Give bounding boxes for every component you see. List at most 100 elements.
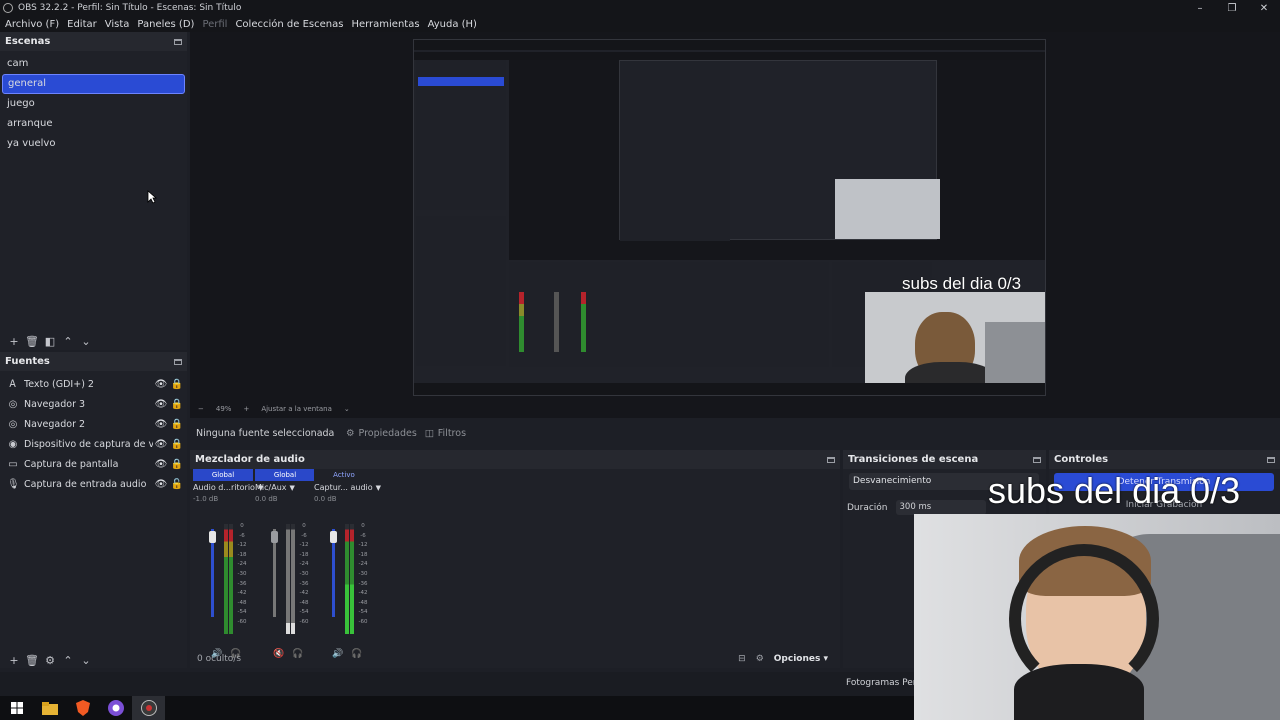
- brave-browser-icon[interactable]: [66, 696, 99, 720]
- scale-tick: -60: [358, 618, 368, 625]
- properties-button[interactable]: ⚙ Propiedades: [346, 428, 417, 439]
- menu-archivo[interactable]: Archivo (F): [5, 19, 59, 30]
- scene-item-arranque[interactable]: arranque: [2, 114, 185, 134]
- source-item[interactable]: Ꭺ Texto (GDI+) 2 👁 🔒: [2, 374, 185, 394]
- sources-list: Ꭺ Texto (GDI+) 2 👁 🔒 ◎ Navegador 3 👁 🔒 ◎…: [2, 374, 185, 494]
- minimize-button[interactable]: –: [1184, 3, 1216, 14]
- close-button[interactable]: ✕: [1248, 3, 1280, 14]
- source-item[interactable]: ◎ Navegador 2 👁 🔒: [2, 414, 185, 434]
- duration-row: Duración 300 ms: [847, 500, 986, 515]
- add-source-icon[interactable]: +: [5, 654, 23, 667]
- channel-name[interactable]: Captur... audio ▼: [314, 483, 381, 492]
- source-item[interactable]: ◎ Navegador 3 👁 🔒: [2, 394, 185, 414]
- file-explorer-icon[interactable]: [33, 696, 66, 720]
- scale-tick: -24: [299, 561, 309, 568]
- volume-slider-handle[interactable]: [271, 531, 278, 543]
- lock-icon[interactable]: 🔒: [169, 459, 185, 470]
- menu-coleccion-escenas[interactable]: Colección de Escenas: [235, 19, 343, 30]
- preview-canvas[interactable]: subs del dia 0/3: [413, 39, 1046, 396]
- scene-item-general[interactable]: general: [2, 74, 185, 94]
- channel-name[interactable]: Mic/Aux ▼: [255, 483, 315, 492]
- move-down-icon[interactable]: ⌄: [77, 335, 95, 348]
- scale-tick: -42: [299, 590, 309, 597]
- channel-mode: Global: [193, 469, 253, 481]
- chevron-down-icon[interactable]: ▼: [290, 484, 295, 492]
- menu-vista[interactable]: Vista: [105, 19, 130, 30]
- options-label: Opciones: [773, 654, 821, 664]
- monitor-icon: ▭: [8, 458, 18, 470]
- undock-icon[interactable]: [1267, 456, 1275, 463]
- mixer-channel: Global Mic/Aux ▼ 0.0 dB 0 -6 -12 -18 -24 -30 -3…: [255, 469, 315, 659]
- chevron-down-icon[interactable]: ▼: [376, 484, 381, 492]
- windows-start-icon[interactable]: [0, 696, 33, 720]
- scene-filters-icon[interactable]: ◧: [41, 335, 59, 348]
- gear-icon[interactable]: ⚙: [756, 654, 764, 664]
- gear-icon: ⚙: [346, 427, 355, 439]
- source-item[interactable]: 🎙 Captura de entrada audio 👁 🔓: [2, 474, 185, 494]
- duration-label: Duración: [847, 502, 888, 513]
- menu-bar: Archivo (F) Editar Vista Paneles (D) Per…: [0, 16, 1280, 32]
- scale-tick: -48: [358, 599, 368, 606]
- menu-perfil[interactable]: Perfil: [202, 19, 227, 30]
- source-item[interactable]: ◉ Dispositivo de captura de video 👁 🔒: [2, 434, 185, 454]
- nested-cam-image: [835, 179, 940, 239]
- mouse-cursor-icon: [147, 190, 157, 204]
- lock-icon[interactable]: 🔒: [169, 419, 185, 430]
- channel-name-label: Audio d...ritorio: [193, 483, 255, 492]
- scene-item-cam[interactable]: cam: [2, 54, 185, 74]
- eye-icon[interactable]: 👁: [153, 479, 169, 490]
- menu-paneles[interactable]: Paneles (D): [137, 19, 194, 30]
- add-scene-icon[interactable]: +: [5, 335, 23, 348]
- volume-slider-handle[interactable]: [209, 531, 216, 543]
- undock-icon[interactable]: [1033, 456, 1041, 463]
- lock-icon[interactable]: 🔒: [169, 439, 185, 450]
- maximize-button[interactable]: ❐: [1216, 3, 1248, 14]
- channel-name[interactable]: Audio d...ritorio ▼: [193, 483, 263, 492]
- layout-icon[interactable]: ⊟: [738, 654, 746, 664]
- obs-taskbar-icon[interactable]: [132, 696, 165, 720]
- zoom-out-icon[interactable]: −: [198, 405, 204, 413]
- move-up-icon[interactable]: ⌃: [59, 654, 77, 667]
- mixer-footer-actions: ⊟ ⚙ Opciones ▾: [738, 654, 828, 664]
- nested-preview: [509, 60, 1045, 260]
- chevron-down-icon[interactable]: ⌄: [344, 405, 350, 413]
- menu-ayuda[interactable]: Ayuda (H): [428, 19, 477, 30]
- move-down-icon[interactable]: ⌄: [77, 654, 95, 667]
- remove-scene-icon[interactable]: 🗑: [23, 335, 41, 348]
- move-up-icon[interactable]: ⌃: [59, 335, 77, 348]
- duration-input[interactable]: 300 ms: [895, 500, 986, 515]
- undock-icon[interactable]: [827, 456, 835, 463]
- undock-icon[interactable]: [174, 38, 182, 45]
- eye-icon[interactable]: 👁: [153, 399, 169, 410]
- eye-icon[interactable]: 👁: [153, 419, 169, 430]
- lock-icon[interactable]: 🔓: [169, 479, 185, 490]
- remove-source-icon[interactable]: 🗑: [23, 654, 41, 667]
- gear-icon[interactable]: ⚙: [41, 654, 59, 667]
- lock-icon[interactable]: 🔒: [169, 379, 185, 390]
- filters-button[interactable]: ◫ Filtros: [425, 428, 466, 439]
- eye-icon[interactable]: 👁: [153, 459, 169, 470]
- filter-icon: ◫: [424, 427, 434, 439]
- nested-titlebar: [414, 40, 1045, 50]
- source-item[interactable]: ▭ Captura de pantalla 👁 🔒: [2, 454, 185, 474]
- menu-editar[interactable]: Editar: [67, 19, 97, 30]
- menu-herramientas[interactable]: Herramientas: [351, 19, 419, 30]
- fit-window-label[interactable]: Ajustar a la ventana: [261, 405, 332, 413]
- chrome-icon[interactable]: [99, 696, 132, 720]
- scene-item-ya-vuelvo[interactable]: ya vuelvo: [2, 134, 185, 154]
- source-label: Navegador 3: [24, 398, 86, 410]
- scene-item-juego[interactable]: juego: [2, 94, 185, 114]
- no-source-label: Ninguna fuente seleccionada: [196, 427, 335, 439]
- lock-icon[interactable]: 🔒: [169, 399, 185, 410]
- audio-meter: [286, 524, 290, 634]
- options-button[interactable]: Opciones ▾: [774, 654, 828, 664]
- obs-logo-icon: [3, 3, 13, 13]
- eye-icon[interactable]: 👁: [153, 439, 169, 450]
- eye-icon[interactable]: 👁: [153, 379, 169, 390]
- text-icon: Ꭺ: [9, 378, 17, 390]
- zoom-in-icon[interactable]: +: [243, 405, 249, 413]
- undock-icon[interactable]: [174, 358, 182, 365]
- volume-slider-handle[interactable]: [330, 531, 337, 543]
- scale-tick: -36: [358, 580, 368, 587]
- channel-mode: Activo: [314, 469, 374, 481]
